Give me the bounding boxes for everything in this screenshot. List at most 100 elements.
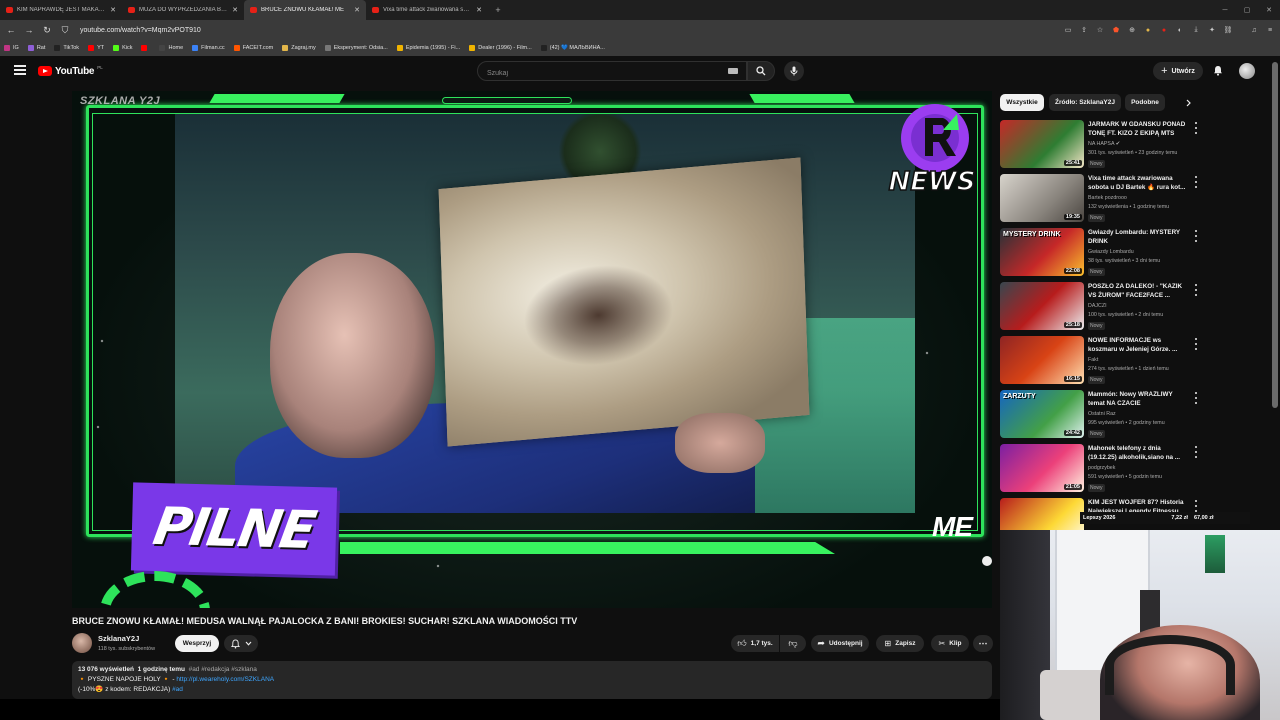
recommendation-channel[interactable]: Ostatni Raz: [1088, 411, 1116, 417]
recommendation-title[interactable]: Gwiazdy Lombardu: MYSTERY DRINK: [1088, 229, 1188, 246]
bookmark-item[interactable]: Eksperyment: Odsia...: [324, 45, 388, 51]
link-icon[interactable]: ⛓: [1222, 24, 1234, 36]
more-vertical-icon[interactable]: [1193, 230, 1199, 242]
bookmark-item[interactable]: Filman.cc: [192, 45, 225, 51]
bookmark-item[interactable]: YT: [88, 45, 104, 51]
chips-next-button[interactable]: [1181, 96, 1195, 110]
description-link[interactable]: http://pl.weareholy.com/SZKLANA: [176, 676, 274, 683]
browser-tab[interactable]: MUZA DO WYPRZEDZANIA BOEING ✕: [122, 0, 244, 20]
hashtag-link[interactable]: #ad: [172, 686, 183, 693]
browser-menu-icon[interactable]: ≡: [1264, 24, 1276, 36]
close-window-icon[interactable]: ✕: [1258, 0, 1280, 20]
more-vertical-icon[interactable]: [1193, 500, 1199, 512]
recommendation-card[interactable]: MYSTERY DRINK 22:08 Gwiazdy Lombardu: MYST…: [1000, 228, 1200, 278]
forward-icon[interactable]: →: [22, 23, 36, 37]
minimize-icon[interactable]: ─: [1214, 0, 1236, 20]
recommendation-card[interactable]: 19:35 Vixa time attack zwariowana sobota …: [1000, 174, 1200, 224]
support-button[interactable]: Wesprzyj: [175, 635, 219, 652]
recommendation-title[interactable]: Mahonek telefony z dnia (19.12.25) alkoh…: [1088, 445, 1188, 462]
recommendation-title[interactable]: Mammón: Nowy WRAŻLIWY temat NA CZACIE: [1088, 391, 1188, 408]
cast-icon[interactable]: ▭: [1062, 24, 1074, 36]
recommendation-channel[interactable]: Gwiazdy Lombardu: [1088, 249, 1134, 255]
video-thumbnail[interactable]: 25:18: [1000, 282, 1084, 330]
bookmark-item[interactable]: Rat: [27, 45, 45, 51]
channel-name[interactable]: SzklanaY2J: [98, 634, 139, 643]
more-vertical-icon[interactable]: [1193, 122, 1199, 134]
extension-icon[interactable]: ●: [1158, 24, 1170, 36]
hashtags[interactable]: #ad #redakcja #szklana: [189, 666, 257, 673]
browser-tab[interactable]: Vixa time attack zwariowana sobota ✕: [366, 0, 488, 20]
search-button[interactable]: [747, 61, 775, 81]
recommendation-title[interactable]: Vixa time attack zwariowana sobota u DJ …: [1088, 175, 1188, 192]
recommendation-card[interactable]: 16:15 NOWE INFORMACJE ws koszmaru w Jelen…: [1000, 336, 1200, 386]
more-vertical-icon[interactable]: [1193, 338, 1199, 350]
reload-icon[interactable]: ↻: [40, 23, 54, 37]
download-icon[interactable]: ⤓: [1190, 24, 1202, 36]
bookmark-item[interactable]: Kick: [113, 45, 132, 51]
chip-related[interactable]: Podobne: [1125, 94, 1165, 111]
channel-avatar[interactable]: [72, 633, 92, 653]
maximize-icon[interactable]: ▢: [1236, 0, 1258, 20]
video-thumbnail[interactable]: 16:15: [1000, 336, 1084, 384]
more-actions-button[interactable]: ⋯: [973, 635, 993, 652]
video-thumbnail[interactable]: 21:05: [1000, 444, 1084, 492]
extension-icon[interactable]: ◐: [1174, 24, 1186, 36]
video-player[interactable]: SZKLANA Y2J NEWS PILNE ME: [72, 91, 992, 608]
recommendation-card[interactable]: ZARZUTY 24:42 Mammón: Nowy WRAŻLIWY temat …: [1000, 390, 1200, 440]
hamburger-menu-icon[interactable]: [14, 65, 26, 77]
bookmark-item[interactable]: Home: [159, 45, 183, 51]
bookmark-item[interactable]: Zagraj.my: [282, 45, 316, 51]
save-button[interactable]: ⊞ Zapisz: [876, 635, 924, 652]
share-icon[interactable]: ⇪: [1078, 24, 1090, 36]
extension-icon[interactable]: ●: [1142, 24, 1154, 36]
bookmark-page-icon[interactable]: ⛉: [58, 23, 72, 37]
search-input[interactable]: [478, 64, 718, 83]
account-avatar[interactable]: [1239, 63, 1255, 79]
more-vertical-icon[interactable]: [1193, 392, 1199, 404]
extension-icon[interactable]: ⊕: [1126, 24, 1138, 36]
bookmark-item[interactable]: IG: [4, 45, 19, 51]
brave-shield-icon[interactable]: ⬟: [1110, 24, 1122, 36]
youtube-logo[interactable]: YouTube PL: [38, 65, 103, 77]
video-thumbnail[interactable]: 19:35: [1000, 174, 1084, 222]
chip-source[interactable]: Źródło: SzklanaY2J: [1049, 94, 1121, 111]
close-tab-icon[interactable]: ✕: [354, 6, 360, 14]
recommendation-channel[interactable]: DAJCZI: [1088, 303, 1107, 309]
recommendation-channel[interactable]: NA HAPSA ✔: [1088, 141, 1120, 147]
bookmark-item[interactable]: Epidemia (1995) - Fi...: [396, 45, 460, 51]
close-tab-icon[interactable]: ✕: [476, 6, 482, 14]
more-vertical-icon[interactable]: [1193, 176, 1199, 188]
extensions-puzzle-icon[interactable]: ✦: [1206, 24, 1218, 36]
close-tab-icon[interactable]: ✕: [232, 6, 238, 14]
more-vertical-icon[interactable]: [1193, 446, 1199, 458]
recommendation-channel[interactable]: podgrzybek: [1088, 465, 1115, 471]
recommendation-card[interactable]: 21:05 Mahonek telefony z dnia (19.12.25) …: [1000, 444, 1200, 494]
more-vertical-icon[interactable]: [1193, 284, 1199, 296]
recommendation-channel[interactable]: Bartek pozdrooo: [1088, 195, 1127, 201]
new-tab-button[interactable]: +: [488, 0, 508, 20]
back-icon[interactable]: ←: [4, 23, 18, 37]
share-button[interactable]: ➦ Udostępnij: [811, 635, 869, 652]
video-thumbnail[interactable]: ZARZUTY 24:42: [1000, 390, 1084, 438]
video-thumbnail[interactable]: 25:41: [1000, 120, 1084, 168]
recommendation-card[interactable]: 25:18 POSZŁO ZA DALEKO! - "KAZIK VS ŻUROM…: [1000, 282, 1200, 332]
address-bar[interactable]: youtube.com/watch?v=Mqm2vPOT910: [80, 27, 1062, 34]
star-icon[interactable]: ☆: [1094, 24, 1106, 36]
keyboard-icon[interactable]: [728, 68, 738, 74]
bookmark-item[interactable]: Dealer (1996) - Film...: [469, 45, 532, 51]
close-tab-icon[interactable]: ✕: [110, 6, 116, 14]
video-thumbnail[interactable]: MYSTERY DRINK 22:08: [1000, 228, 1084, 276]
subscription-bell-button[interactable]: [224, 635, 258, 652]
media-icon[interactable]: ♫: [1248, 24, 1260, 36]
bookmark-item[interactable]: FACEIT.com: [233, 45, 273, 51]
bookmark-item[interactable]: (42) 💙 МАЛЬВИНА...: [540, 45, 605, 51]
chip-all[interactable]: Wszystkie: [1000, 94, 1044, 111]
browser-tab[interactable]: KIM NAPRAWDĘ JEST MAKALIER? W ✕: [0, 0, 122, 20]
page-scrollbar[interactable]: [1272, 62, 1278, 408]
like-button[interactable]: 👍︎ 1,7 tys.: [731, 635, 779, 652]
notifications-button[interactable]: [1211, 63, 1225, 77]
recommendation-title[interactable]: JARMARK W GDAŃSKU PONAD TONĘ FT. KIZO Z …: [1088, 121, 1188, 138]
create-button[interactable]: + Utwórz: [1153, 62, 1203, 80]
recommendation-card[interactable]: 25:41 JARMARK W GDAŃSKU PONAD TONĘ FT. KI…: [1000, 120, 1200, 170]
recommendation-title[interactable]: NOWE INFORMACJE ws koszmaru w Jeleniej G…: [1088, 337, 1188, 354]
